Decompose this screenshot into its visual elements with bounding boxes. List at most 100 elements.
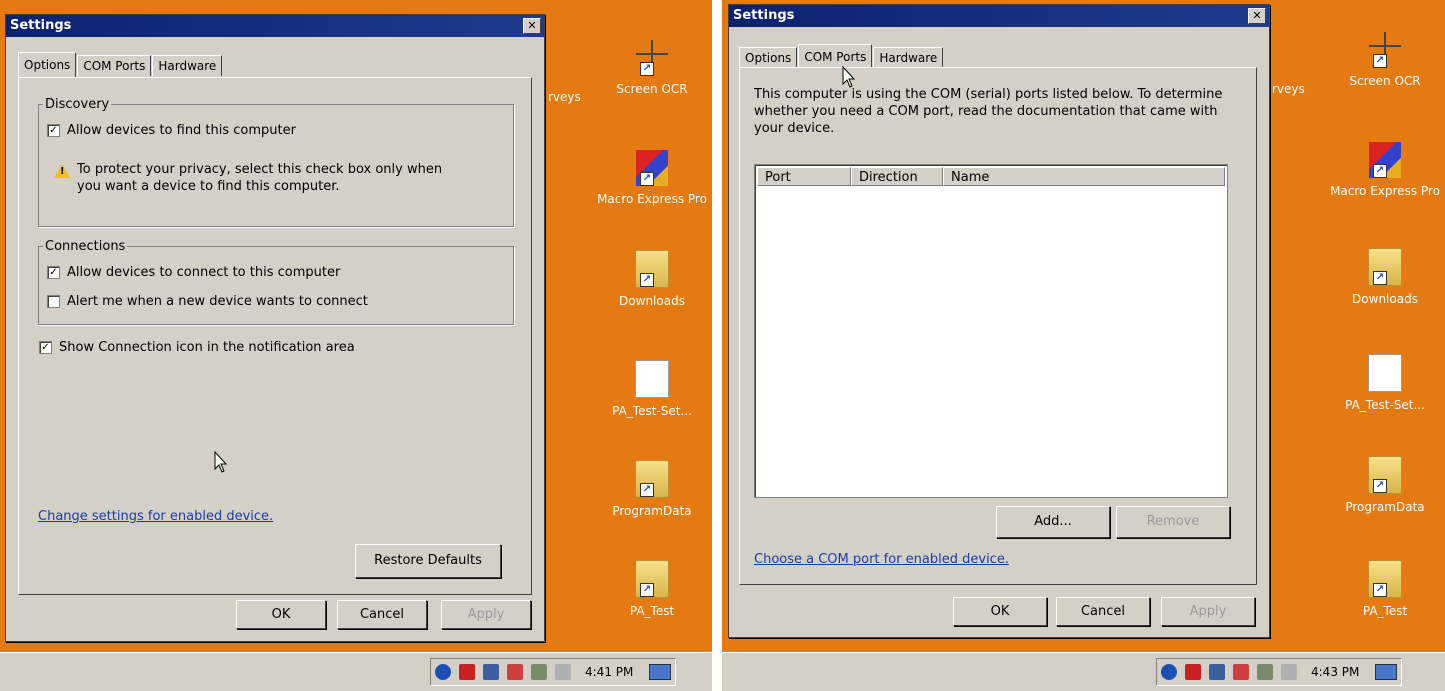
com-ports-description: This computer is using the COM (serial) … [754,87,1223,136]
clock[interactable]: 4:41 PM [585,665,633,679]
close-button[interactable]: ✕ [523,18,541,34]
tab-strip: Options COM Ports Hardware [18,51,223,77]
checkbox-label: Show Connection icon in the notification… [59,340,355,355]
pdf-icon[interactable] [1185,664,1201,680]
remove-button[interactable]: Remove [1116,506,1230,538]
desktop-icon-pa-test-set[interactable]: PA_Test-Set... [597,360,707,418]
desktop-icon-screen-ocr[interactable]: ↗ Screen OCR [597,40,707,96]
column-header-port[interactable]: Port [757,167,851,186]
show-desktop-icon[interactable] [1375,664,1398,680]
macro-express-icon: ↗ [1369,142,1401,178]
dialog-titlebar[interactable]: Settings ✕ [729,5,1269,27]
monitor-icon[interactable] [483,664,499,680]
desktop-icon-pa-test[interactable]: ↗ PA_Test [597,560,707,618]
volume-muted-icon[interactable] [1281,664,1297,680]
change-settings-link[interactable]: Change settings for enabled device. [38,509,273,524]
folder-icon: ↗ [1368,248,1402,286]
acrobat-icon[interactable] [1233,664,1249,680]
taskbar: 4:43 PM [722,652,1445,691]
desktop-icon-label: Downloads [1352,292,1418,306]
desktop-icon-pa-test-set[interactable]: PA_Test-Set... [1330,354,1440,412]
shortcut-arrow-icon: ↗ [640,172,654,186]
desktop-icon-macro-express[interactable]: ↗ Macro Express Pro [597,150,707,206]
show-desktop-icon[interactable] [649,664,672,680]
settings-dialog: Settings ✕ Options COM Ports Hardware Di… [5,14,545,642]
volume-muted-icon[interactable] [555,664,571,680]
show-icon-checkbox[interactable]: ✓ Show Connection icon in the notificati… [39,340,355,355]
right-screenshot: rveys ↗ Screen OCR ↗ Macro Express Pro ↗… [722,0,1445,691]
acrobat-icon[interactable] [507,664,523,680]
shortcut-arrow-icon: ↗ [1373,479,1387,493]
folder-icon: ↗ [635,460,669,498]
checkbox-box: ✓ [47,124,60,137]
shortcut-arrow-icon: ↗ [1373,271,1387,285]
desktop-icon-label: Screen OCR [1349,74,1421,88]
allow-connect-checkbox[interactable]: ✓ Allow devices to connect to this compu… [47,265,340,280]
tab-options[interactable]: Options [739,47,798,68]
tab-hardware[interactable]: Hardware [152,55,223,76]
pdf-icon[interactable] [459,664,475,680]
checkbox-box: ✓ [47,266,60,279]
desktop-icon-screen-ocr[interactable]: ↗ Screen OCR [1330,32,1440,88]
apply-button[interactable]: Apply [441,600,531,629]
folder-icon: ↗ [635,250,669,288]
connections-legend: Connections [43,239,128,254]
connections-group: Connections ✓ Allow devices to connect t… [38,239,514,325]
column-header-name[interactable]: Name [943,167,1225,186]
desktop-icon-pa-test[interactable]: ↗ PA_Test [1330,560,1440,618]
discovery-group: Discovery ✓ Allow devices to find this c… [38,97,514,227]
cancel-button[interactable]: Cancel [1056,597,1150,626]
desktop-icon-downloads[interactable]: ↗ Downloads [1330,248,1440,306]
tab-com-ports[interactable]: COM Ports [77,55,152,76]
desktop-icon-label: Downloads [619,294,685,308]
crosshair-icon: ↗ [1369,32,1401,68]
tab-options[interactable]: Options [18,52,77,77]
checkbox-box: ✓ [39,341,52,354]
desktop-icon-label: Macro Express Pro [1330,184,1440,198]
com-ports-list[interactable]: Port Direction Name [754,164,1228,498]
ok-button[interactable]: OK [953,597,1047,626]
desktop-icon-programdata[interactable]: ↗ ProgramData [1330,456,1440,514]
desktop-icon-programdata[interactable]: ↗ ProgramData [597,460,707,518]
shortcut-arrow-icon: ↗ [1373,164,1387,178]
apply-button[interactable]: Apply [1161,597,1255,626]
macro-express-icon: ↗ [636,150,668,186]
document-icon [635,360,669,398]
folder-icon: ↗ [635,560,669,598]
add-button[interactable]: Add... [996,506,1110,538]
desktop-icon-label-partial: rveys [1272,82,1305,96]
bluetooth-icon[interactable] [1161,664,1177,680]
allow-find-checkbox[interactable]: ✓ Allow devices to find this computer [47,123,296,138]
desktop-icon-downloads[interactable]: ↗ Downloads [597,250,707,308]
tab-panel-options: Discovery ✓ Allow devices to find this c… [18,77,532,595]
mouse-cursor-icon [214,451,228,473]
checkbox-box [47,295,60,308]
mouse-cursor-icon [842,66,856,88]
monitor-icon[interactable] [1209,664,1225,680]
clock[interactable]: 4:43 PM [1311,665,1359,679]
left-screenshot: rveys ↗ Screen OCR ↗ Macro Express Pro ↗… [0,0,712,691]
warning-icon: ! [54,164,70,178]
restore-defaults-button[interactable]: Restore Defaults [355,544,501,578]
alert-connect-checkbox[interactable]: Alert me when a new device wants to conn… [47,294,368,309]
dialog-titlebar[interactable]: Settings ✕ [6,15,544,37]
ok-button[interactable]: OK [236,600,326,629]
shortcut-arrow-icon: ↗ [640,483,654,497]
desktop-icon-macro-express[interactable]: ↗ Macro Express Pro [1330,142,1440,198]
checkbox-label: Allow devices to connect to this compute… [67,265,341,280]
tab-com-ports[interactable]: COM Ports [798,44,873,69]
privacy-warning-text: To protect your privacy, select this che… [77,162,443,194]
network-icon[interactable] [1257,664,1273,680]
choose-com-port-link[interactable]: Choose a COM port for enabled device. [754,552,1009,567]
network-icon[interactable] [531,664,547,680]
document-icon [1368,354,1402,392]
close-button[interactable]: ✕ [1248,8,1266,24]
bluetooth-icon[interactable] [435,664,451,680]
dialog-title: Settings [733,8,795,23]
tab-panel-com-ports: This computer is using the COM (serial) … [739,67,1257,585]
cancel-button[interactable]: Cancel [337,600,427,629]
tab-hardware[interactable]: Hardware [873,47,944,68]
settings-dialog: Settings ✕ Options COM Ports Hardware Th… [728,4,1270,638]
checkbox-label: Allow devices to find this computer [67,123,296,138]
column-header-direction[interactable]: Direction [851,167,943,186]
